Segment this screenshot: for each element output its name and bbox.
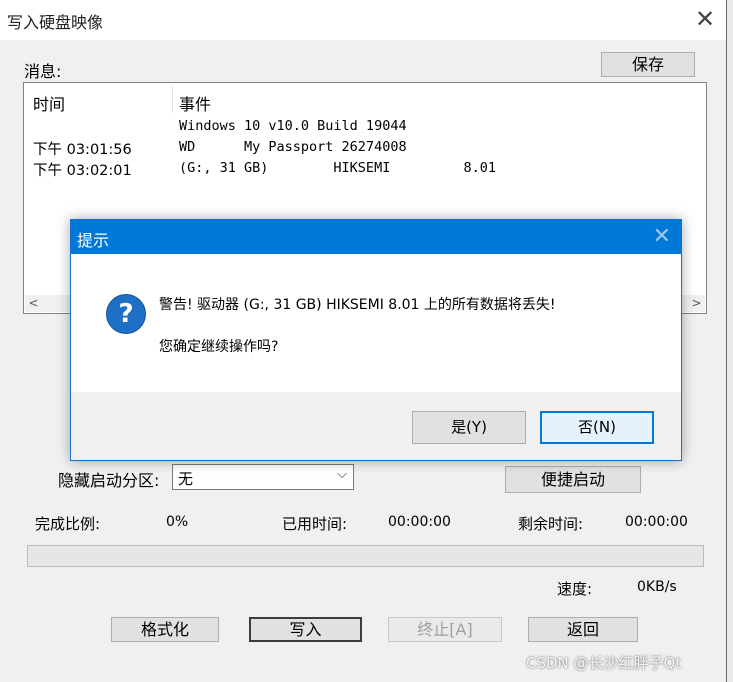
remaining-label: 剩余时间: [518, 515, 584, 533]
dialog-confirm-text: 您确定继续操作吗? [159, 339, 279, 355]
quick-boot-button[interactable]: 便捷启动 [505, 466, 641, 493]
dialog-title-bar: 提示 ✕ [71, 220, 681, 254]
progress-bar [27, 545, 704, 567]
complete-label: 完成比例: [35, 515, 101, 533]
messages-label: 消息: [24, 62, 62, 81]
dialog-body: ? 警告! 驱动器 (G:, 31 GB) HIKSEMI 8.01 上的所有数… [71, 254, 681, 392]
speed-value: 0KB/s [637, 579, 677, 595]
question-icon: ? [106, 294, 146, 334]
row-0-event: Windows 10 v10.0 Build 19044 [179, 118, 407, 134]
scroll-right-icon[interactable]: > [688, 295, 705, 312]
watermark-text: CSDN @长沙红胖子Qt [526, 654, 682, 672]
dialog-close-icon[interactable]: ✕ [653, 224, 671, 250]
format-button[interactable]: 格式化 [111, 617, 219, 642]
elapsed-value: 00:00:00 [388, 514, 451, 530]
complete-value: 0% [166, 514, 189, 530]
elapsed-label: 已用时间: [282, 515, 348, 533]
close-icon[interactable]: ✕ [690, 4, 720, 34]
confirm-dialog: 提示 ✕ ? 警告! 驱动器 (G:, 31 GB) HIKSEMI 8.01 … [70, 219, 682, 461]
save-button[interactable]: 保存 [601, 52, 695, 77]
speed-label: 速度: [557, 580, 593, 598]
remaining-value: 00:00:00 [625, 514, 688, 530]
no-button[interactable]: 否(N) [540, 411, 654, 444]
row-2-event: (G:, 31 GB) HIKSEMI 8.01 [179, 160, 496, 176]
hidden-partition-select[interactable]: 无 ⌵ [172, 464, 354, 490]
row-1-event: WD My Passport 26274008 [179, 139, 407, 155]
column-header-event[interactable]: 事件 [179, 91, 211, 115]
scroll-left-icon[interactable]: < [25, 295, 42, 312]
dialog-title: 提示 [77, 231, 110, 250]
back-button[interactable]: 返回 [528, 617, 638, 642]
column-divider[interactable] [172, 85, 173, 113]
row-1-time: 下午 03:01:56 [33, 142, 132, 158]
write-button[interactable]: 写入 [249, 617, 362, 642]
stop-button[interactable]: 终止[A] [388, 617, 502, 642]
yes-button[interactable]: 是(Y) [412, 411, 526, 444]
window-title: 写入硬盘映像 [7, 13, 104, 32]
row-2-time: 下午 03:02:01 [33, 163, 132, 179]
chevron-down-icon: ⌵ [337, 467, 347, 482]
title-bar: 写入硬盘映像 ✕ [0, 0, 726, 40]
column-header-time[interactable]: 时间 [33, 91, 65, 115]
hidden-partition-label: 隐藏启动分区: [58, 471, 160, 490]
hidden-partition-value: 无 [178, 470, 194, 488]
background-window [727, 0, 733, 682]
dialog-warning-text: 警告! 驱动器 (G:, 31 GB) HIKSEMI 8.01 上的所有数据将… [159, 297, 556, 313]
